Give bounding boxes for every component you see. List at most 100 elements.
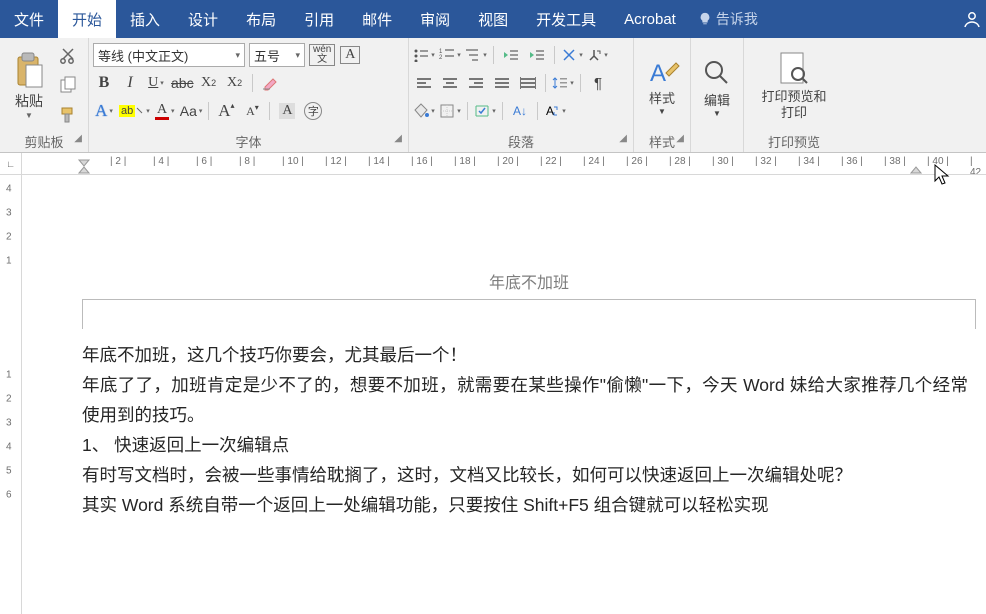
char-shading-button[interactable]: A — [276, 99, 298, 123]
styles-launcher[interactable]: ◢ — [676, 133, 684, 144]
line-spacing-button[interactable]: ▾ — [552, 71, 574, 95]
bold-button[interactable]: B — [93, 71, 115, 95]
align-center-button[interactable] — [439, 71, 461, 95]
phonetic-guide-button[interactable]: wén文 — [309, 43, 335, 67]
underline-button[interactable]: U▾ — [145, 71, 167, 95]
enclose-char-button[interactable]: 字 — [302, 99, 324, 123]
paragraph[interactable]: 其实 Word 系统自带一个返回上一处编辑功能，只要按住 Shift+F5 组合… — [82, 490, 968, 520]
shading-button[interactable]: ▾ — [413, 99, 435, 123]
tab-acrobat[interactable]: Acrobat — [610, 0, 690, 38]
tab-review[interactable]: 审阅 — [406, 0, 464, 38]
print-preview-icon — [777, 51, 811, 89]
subscript-button[interactable]: X2 — [198, 71, 220, 95]
align-distributed-button[interactable] — [517, 71, 539, 95]
user-account-icon[interactable] — [958, 0, 986, 38]
document-scroll[interactable]: 年底不加班 年底不加班，这几个技巧你要会，尤其最后一个！ 年底了了，加班肯定是少… — [22, 175, 986, 614]
superscript-button[interactable]: X2 — [224, 71, 246, 95]
character-border-button[interactable]: A — [339, 43, 361, 67]
borders-button[interactable]: ▾ — [439, 99, 461, 123]
ruler-tick: 1 — [6, 370, 12, 381]
char-scale-button[interactable]: A▾ — [544, 99, 566, 123]
increase-indent-button[interactable] — [526, 43, 548, 67]
tab-insert[interactable]: 插入 — [116, 0, 174, 38]
clear-formatting-button[interactable] — [259, 71, 281, 95]
font-launcher[interactable]: ◢ — [394, 133, 402, 144]
styles-button[interactable]: A 样式▼ — [638, 41, 686, 130]
text-effects-button[interactable]: A▾ — [93, 99, 115, 123]
ruler-tick: | 38 | — [884, 156, 906, 167]
tab-view[interactable]: 视图 — [464, 0, 522, 38]
decrease-indent-button[interactable] — [500, 43, 522, 67]
align-left-button[interactable] — [413, 71, 435, 95]
group-paragraph: ▾ 12▾ ▾ ▾ ▾ ▾ ¶ ▾ ▾ ▾ A↓ — [409, 38, 634, 152]
cut-button[interactable] — [56, 44, 80, 68]
align-justify-button[interactable] — [491, 71, 513, 95]
ruler-tick: | 36 | — [841, 156, 863, 167]
tab-devtools[interactable]: 开发工具 — [522, 0, 610, 38]
tab-file[interactable]: 文件 — [0, 0, 58, 38]
shrink-font-button[interactable]: A▾ — [241, 99, 263, 123]
group-clipboard: 粘贴 ▼ 剪贴板◢ — [0, 38, 89, 152]
align-right-button[interactable] — [465, 71, 487, 95]
show-paragraph-marks-button[interactable]: ¶ — [587, 71, 609, 95]
strikethrough-button[interactable]: abc — [171, 71, 194, 95]
highlight-button[interactable]: ab▾ — [119, 99, 150, 123]
paste-button[interactable] — [12, 51, 46, 91]
ruler-tick: 3 — [6, 208, 12, 219]
paragraph[interactable]: 年底不加班，这几个技巧你要会，尤其最后一个！ — [82, 340, 968, 370]
ruler-tick: | 12 | — [325, 156, 347, 167]
ruler-tick: | 42 | — [970, 156, 986, 174]
italic-button[interactable]: I — [119, 71, 141, 95]
ruler-tick: | 2 | — [110, 156, 126, 167]
ruler-tick: | 40 | — [927, 156, 949, 167]
group-font-label: 字体 — [235, 135, 261, 150]
asian-layout-button[interactable]: ▾ — [561, 43, 583, 67]
tab-selector[interactable]: ∟ — [0, 153, 22, 175]
right-indent-marker[interactable] — [910, 165, 922, 174]
multilevel-list-button[interactable]: ▾ — [465, 43, 487, 67]
bullets-button[interactable]: ▾ — [413, 43, 435, 67]
ruler-tick: 1 — [6, 256, 12, 267]
ruler-tick: | 26 | — [626, 156, 648, 167]
clipboard-launcher[interactable]: ◢ — [74, 133, 82, 144]
print-preview-button[interactable]: 打印预览和 打印 — [748, 41, 840, 130]
sort-button[interactable]: A↓ — [509, 99, 531, 123]
ruler-tick: | 28 | — [669, 156, 691, 167]
paste-dropdown[interactable]: ▼ — [25, 111, 33, 120]
find-icon — [701, 57, 733, 93]
document-body[interactable]: 年底不加班，这几个技巧你要会，尤其最后一个！ 年底了了，加班肯定是少不了的，想要… — [72, 340, 986, 521]
show-marks-button[interactable]: ▾ — [587, 43, 609, 67]
horizontal-ruler[interactable]: ∟ | 2 || 4 || 6 || 8 || 10 || 12 || 14 |… — [0, 153, 986, 175]
change-case-button[interactable]: Aa▾ — [180, 99, 203, 123]
format-painter-button[interactable] — [56, 103, 80, 127]
ruler-tick: | 22 | — [540, 156, 562, 167]
tab-mail[interactable]: 邮件 — [348, 0, 406, 38]
ruler-tick: | 18 | — [454, 156, 476, 167]
editing-button[interactable]: 编辑▼ — [695, 41, 739, 134]
paragraph[interactable]: 年底了了，加班肯定是少不了的，想要不加班，就需要在某些操作"偷懒"一下，今天 W… — [82, 370, 968, 430]
snap-to-grid-button[interactable]: ▾ — [474, 99, 496, 123]
vertical-ruler[interactable]: 4321123456 — [0, 175, 22, 614]
group-paragraph-label: 段落 — [508, 135, 534, 150]
ruler-tick: 4 — [6, 442, 12, 453]
grow-font-button[interactable]: A▴ — [215, 99, 237, 123]
tab-home[interactable]: 开始 — [58, 0, 116, 38]
tell-me-search[interactable]: 告诉我 — [698, 0, 758, 38]
group-styles: A 样式▼ 样式◢ — [634, 38, 691, 152]
tab-references[interactable]: 引用 — [290, 0, 348, 38]
tab-layout[interactable]: 布局 — [232, 0, 290, 38]
lightbulb-icon — [698, 12, 712, 26]
hanging-indent-marker[interactable] — [78, 165, 90, 174]
ruler-tick: | 34 | — [798, 156, 820, 167]
numbering-button[interactable]: 12▾ — [439, 43, 461, 67]
font-color-button[interactable]: A▾ — [154, 99, 176, 123]
ruler-tick: 2 — [6, 394, 12, 405]
paragraph[interactable]: 有时写文档时，会被一些事情给耽搁了，这时，文档又比较长，如何可以快速返回上一次编… — [82, 460, 968, 490]
tab-design[interactable]: 设计 — [174, 0, 232, 38]
paragraph-launcher[interactable]: ◢ — [619, 133, 627, 144]
paragraph[interactable]: 1、 快速返回上一次编辑点 — [82, 430, 968, 460]
copy-button[interactable] — [56, 73, 80, 97]
font-size-combo[interactable]: 五号▾ — [249, 43, 305, 67]
font-name-combo[interactable]: 等线 (中文正文)▾ — [93, 43, 245, 67]
page-header[interactable]: 年底不加班 — [72, 175, 986, 299]
